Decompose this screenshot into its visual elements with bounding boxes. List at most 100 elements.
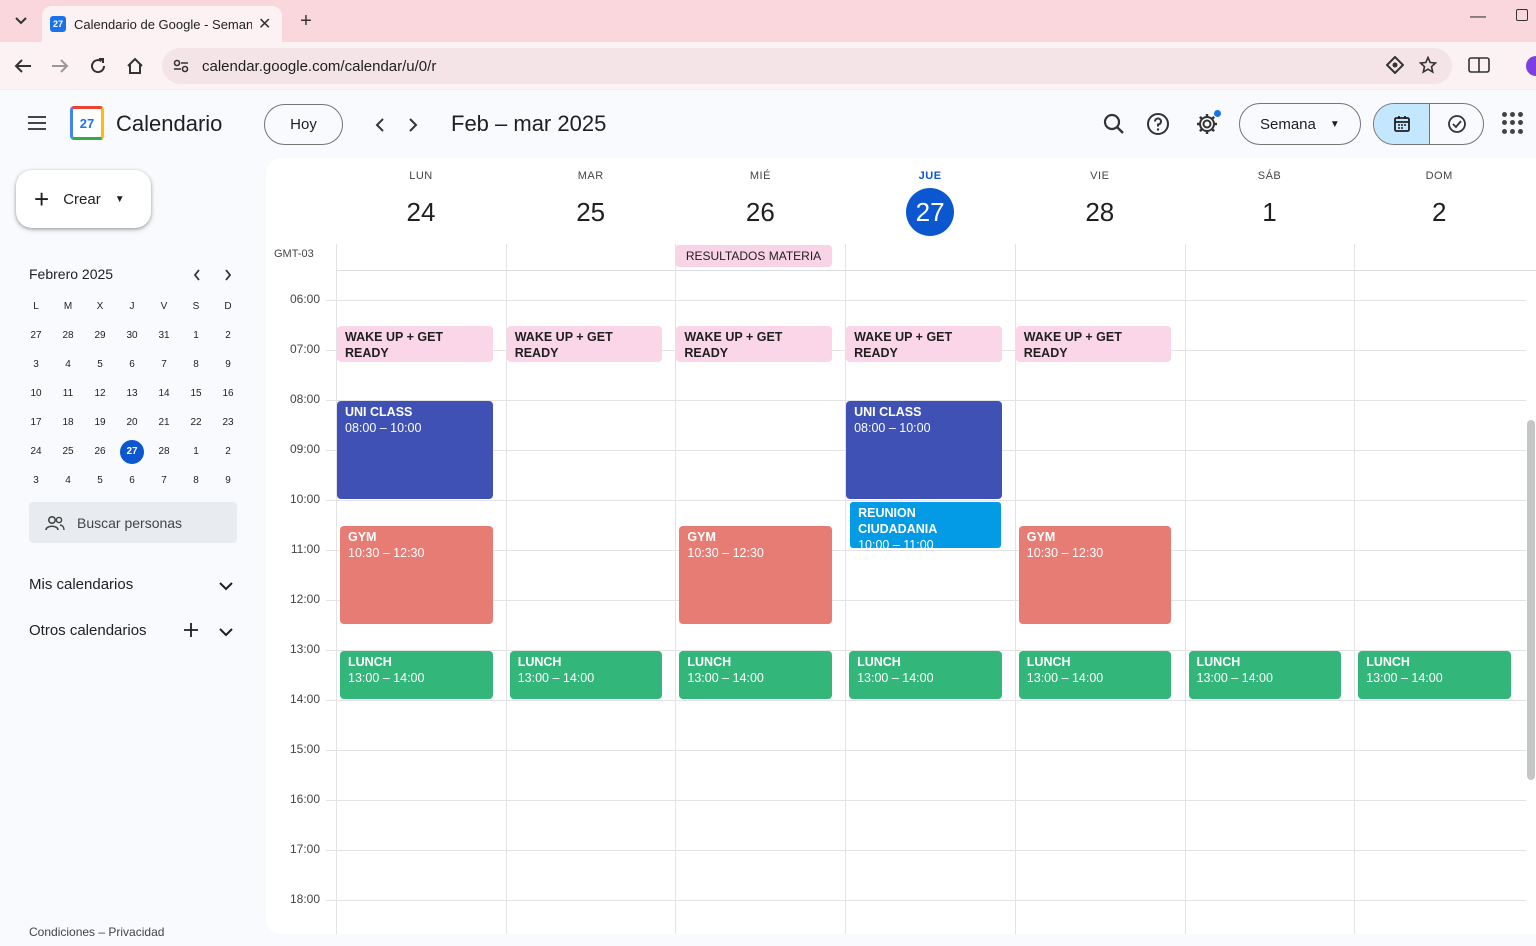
browser-tab-active[interactable]: 27 Calendario de Google - Semana ✕ [42, 6, 282, 42]
event-wake[interactable]: WAKE UP + GET READY06:30 – 07:15 [1015, 326, 1172, 362]
event-gym[interactable]: GYM 10:30 – 12:30 [1018, 526, 1172, 624]
event-gym[interactable]: GYM 10:30 – 12:30 [340, 526, 493, 624]
day-number[interactable]: 2 [1415, 188, 1463, 236]
search-people-input[interactable]: Buscar personas [29, 502, 237, 543]
mini-day[interactable]: 19 [84, 417, 116, 428]
terms-privacy-links[interactable]: Condiciones – Privacidad [29, 925, 164, 939]
window-maximize-icon[interactable] [1516, 9, 1528, 21]
day-number[interactable]: 28 [1076, 188, 1124, 236]
event-uni[interactable]: UNI CLASS 08:00 – 10:00 [337, 401, 493, 499]
add-calendar-plus-icon[interactable] [181, 620, 201, 640]
event-gym[interactable]: GYM 10:30 – 12:30 [679, 526, 833, 624]
forward-arrow-icon[interactable] [46, 52, 74, 80]
day-number[interactable]: 24 [397, 188, 445, 236]
mini-day[interactable]: 12 [84, 388, 116, 399]
mini-day[interactable]: 14 [148, 388, 180, 399]
home-icon[interactable] [121, 52, 149, 80]
lens-icon[interactable] [1382, 52, 1408, 78]
window-minimize-icon[interactable]: — [1470, 8, 1486, 26]
day-number[interactable]: 1 [1246, 188, 1294, 236]
reading-mode-icon[interactable] [1466, 52, 1492, 78]
mini-day-today[interactable]: 27 [116, 439, 148, 464]
view-select-dropdown[interactable]: Semana ▼ [1239, 103, 1361, 145]
address-bar[interactable]: calendar.google.com/calendar/u/0/r [162, 48, 1452, 84]
mini-day[interactable]: 28 [52, 330, 84, 341]
mini-day[interactable]: 30 [116, 330, 148, 341]
mini-day[interactable]: 26 [84, 446, 116, 457]
event-wake[interactable]: WAKE UP + GET READY06:30 – 07:15 [846, 326, 1002, 362]
event-lunch[interactable]: LUNCH 13:00 – 14:00 [679, 651, 833, 699]
expand-other-calendars-chevron-icon[interactable] [216, 622, 236, 642]
day-header-1[interactable]: MAR 25 [506, 158, 676, 236]
calendar-view-icon[interactable] [1374, 104, 1430, 144]
reload-icon[interactable] [84, 52, 112, 80]
help-icon[interactable] [1144, 110, 1172, 138]
event-lunch[interactable]: LUNCH 13:00 – 14:00 [1188, 651, 1342, 699]
settings-gear-icon[interactable] [1193, 110, 1221, 138]
mini-day[interactable]: 6 [116, 475, 148, 486]
day-header-4[interactable]: VIE 28 [1015, 158, 1185, 236]
mini-day[interactable]: 20 [116, 417, 148, 428]
mini-day[interactable]: 15 [180, 388, 212, 399]
mini-day[interactable]: 31 [148, 330, 180, 341]
event-lunch[interactable]: LUNCH 13:00 – 14:00 [849, 651, 1002, 699]
profile-avatar[interactable] [1526, 56, 1536, 76]
other-calendars-heading[interactable]: Otros calendarios [29, 622, 147, 639]
event-lunch[interactable]: LUNCH 13:00 – 14:00 [1018, 651, 1172, 699]
mini-day[interactable]: 4 [52, 359, 84, 370]
bookmark-star-icon[interactable] [1415, 52, 1441, 78]
event-wake[interactable]: WAKE UP + GET READY06:30 – 07:15 [506, 326, 663, 362]
mini-day[interactable]: 28 [148, 446, 180, 457]
mini-day[interactable]: 13 [116, 388, 148, 399]
mini-day[interactable]: 16 [212, 388, 244, 399]
mini-day[interactable]: 2 [212, 446, 244, 457]
previous-week-chevron-icon[interactable] [367, 112, 393, 138]
mini-day[interactable]: 29 [84, 330, 116, 341]
new-tab-icon[interactable]: + [294, 9, 318, 33]
mini-day[interactable]: 27 [20, 330, 52, 341]
day-header-5[interactable]: SÁB 1 [1185, 158, 1355, 236]
tab-list-chevron-icon[interactable] [8, 8, 34, 34]
day-header-3[interactable]: JUE 27 [845, 158, 1015, 236]
mini-day[interactable]: 17 [20, 417, 52, 428]
main-menu-icon[interactable] [24, 112, 50, 138]
search-icon[interactable] [1100, 110, 1128, 138]
mini-day[interactable]: 5 [84, 475, 116, 486]
grid-scrollbar[interactable] [1527, 420, 1535, 780]
mini-day[interactable]: 9 [212, 475, 244, 486]
day-header-0[interactable]: LUN 24 [336, 158, 506, 236]
mini-day[interactable]: 10 [20, 388, 52, 399]
event-wake[interactable]: WAKE UP + GET READY06:30 – 07:15 [676, 326, 833, 362]
mini-day[interactable]: 6 [116, 359, 148, 370]
event-reunion[interactable]: REUNION CIUDADANIA 10:00 – 11:00 [849, 501, 1002, 549]
back-arrow-icon[interactable] [9, 52, 37, 80]
mini-day[interactable]: 2 [212, 330, 244, 341]
site-settings-icon[interactable] [172, 57, 190, 75]
mini-day[interactable]: 8 [180, 475, 212, 486]
mini-day[interactable]: 5 [84, 359, 116, 370]
mini-previous-month-chevron-icon[interactable] [187, 266, 207, 284]
next-week-chevron-icon[interactable] [400, 112, 426, 138]
day-number[interactable]: 26 [736, 188, 784, 236]
mini-day[interactable]: 25 [52, 446, 84, 457]
mini-day[interactable]: 8 [180, 359, 212, 370]
my-calendars-heading[interactable]: Mis calendarios [29, 576, 133, 593]
mini-day[interactable]: 24 [20, 446, 52, 457]
day-header-6[interactable]: DOM 2 [1354, 158, 1524, 236]
mini-day[interactable]: 4 [52, 475, 84, 486]
event-lunch[interactable]: LUNCH 13:00 – 14:00 [1358, 651, 1511, 699]
mini-day[interactable]: 1 [180, 330, 212, 341]
day-number[interactable]: 25 [567, 188, 615, 236]
day-number[interactable]: 27 [906, 188, 955, 236]
mini-day[interactable]: 11 [52, 388, 84, 399]
mini-day[interactable]: 9 [212, 359, 244, 370]
day-header-2[interactable]: MIÉ 26 [675, 158, 845, 236]
mini-next-month-chevron-icon[interactable] [218, 266, 238, 284]
mini-day[interactable]: 3 [20, 359, 52, 370]
tab-close-icon[interactable]: ✕ [258, 14, 271, 34]
event-wake[interactable]: WAKE UP + GET READY06:30 – 07:15 [337, 326, 493, 362]
event-lunch[interactable]: LUNCH 13:00 – 14:00 [509, 651, 663, 699]
today-button[interactable]: Hoy [264, 104, 343, 145]
mini-day[interactable]: 7 [148, 359, 180, 370]
mini-day[interactable]: 23 [212, 417, 244, 428]
